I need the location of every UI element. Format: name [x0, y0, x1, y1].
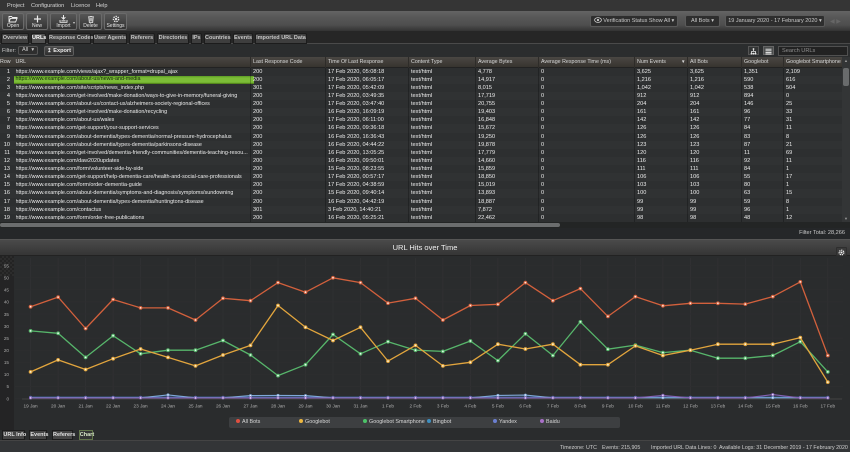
svg-text:50: 50: [4, 276, 10, 281]
svg-text:1 Feb: 1 Feb: [382, 404, 394, 409]
svg-text:26 Jan: 26 Jan: [216, 404, 230, 409]
svg-text:10: 10: [4, 372, 10, 377]
svg-text:5: 5: [6, 384, 9, 389]
svg-text:30 Jan: 30 Jan: [326, 404, 340, 409]
svg-text:0: 0: [6, 396, 9, 401]
svg-text:19 Jan: 19 Jan: [24, 404, 38, 409]
svg-text:14 Feb: 14 Feb: [738, 404, 753, 409]
svg-text:7 Feb: 7 Feb: [547, 404, 559, 409]
svg-text:13 Feb: 13 Feb: [711, 404, 726, 409]
svg-text:20 Jan: 20 Jan: [51, 404, 65, 409]
svg-text:15: 15: [4, 360, 10, 365]
svg-text:17 Feb: 17 Feb: [821, 404, 836, 409]
svg-text:4 Feb: 4 Feb: [464, 404, 476, 409]
svg-text:30: 30: [4, 324, 10, 329]
svg-text:9 Feb: 9 Feb: [602, 404, 614, 409]
svg-text:25 Jan: 25 Jan: [188, 404, 202, 409]
svg-text:21 Jan: 21 Jan: [79, 404, 93, 409]
svg-text:12 Feb: 12 Feb: [683, 404, 698, 409]
svg-text:10 Feb: 10 Feb: [628, 404, 643, 409]
svg-text:25: 25: [4, 336, 10, 341]
svg-text:5 Feb: 5 Feb: [492, 404, 504, 409]
svg-text:6 Feb: 6 Feb: [519, 404, 531, 409]
svg-text:2 Feb: 2 Feb: [410, 404, 422, 409]
svg-text:31 Jan: 31 Jan: [353, 404, 367, 409]
svg-text:35: 35: [4, 312, 10, 317]
svg-text:28 Jan: 28 Jan: [271, 404, 285, 409]
svg-text:20: 20: [4, 348, 10, 353]
svg-text:3 Feb: 3 Feb: [437, 404, 449, 409]
svg-text:24 Jan: 24 Jan: [161, 404, 175, 409]
svg-text:40: 40: [4, 300, 10, 305]
svg-text:29 Jan: 29 Jan: [298, 404, 312, 409]
svg-text:55: 55: [4, 264, 10, 269]
svg-text:11 Feb: 11 Feb: [656, 404, 671, 409]
svg-text:27 Jan: 27 Jan: [243, 404, 257, 409]
svg-text:23 Jan: 23 Jan: [134, 404, 148, 409]
svg-text:22 Jan: 22 Jan: [106, 404, 120, 409]
svg-text:45: 45: [4, 288, 10, 293]
svg-text:16 Feb: 16 Feb: [793, 404, 808, 409]
svg-text:15 Feb: 15 Feb: [766, 404, 781, 409]
svg-text:8 Feb: 8 Feb: [574, 404, 586, 409]
